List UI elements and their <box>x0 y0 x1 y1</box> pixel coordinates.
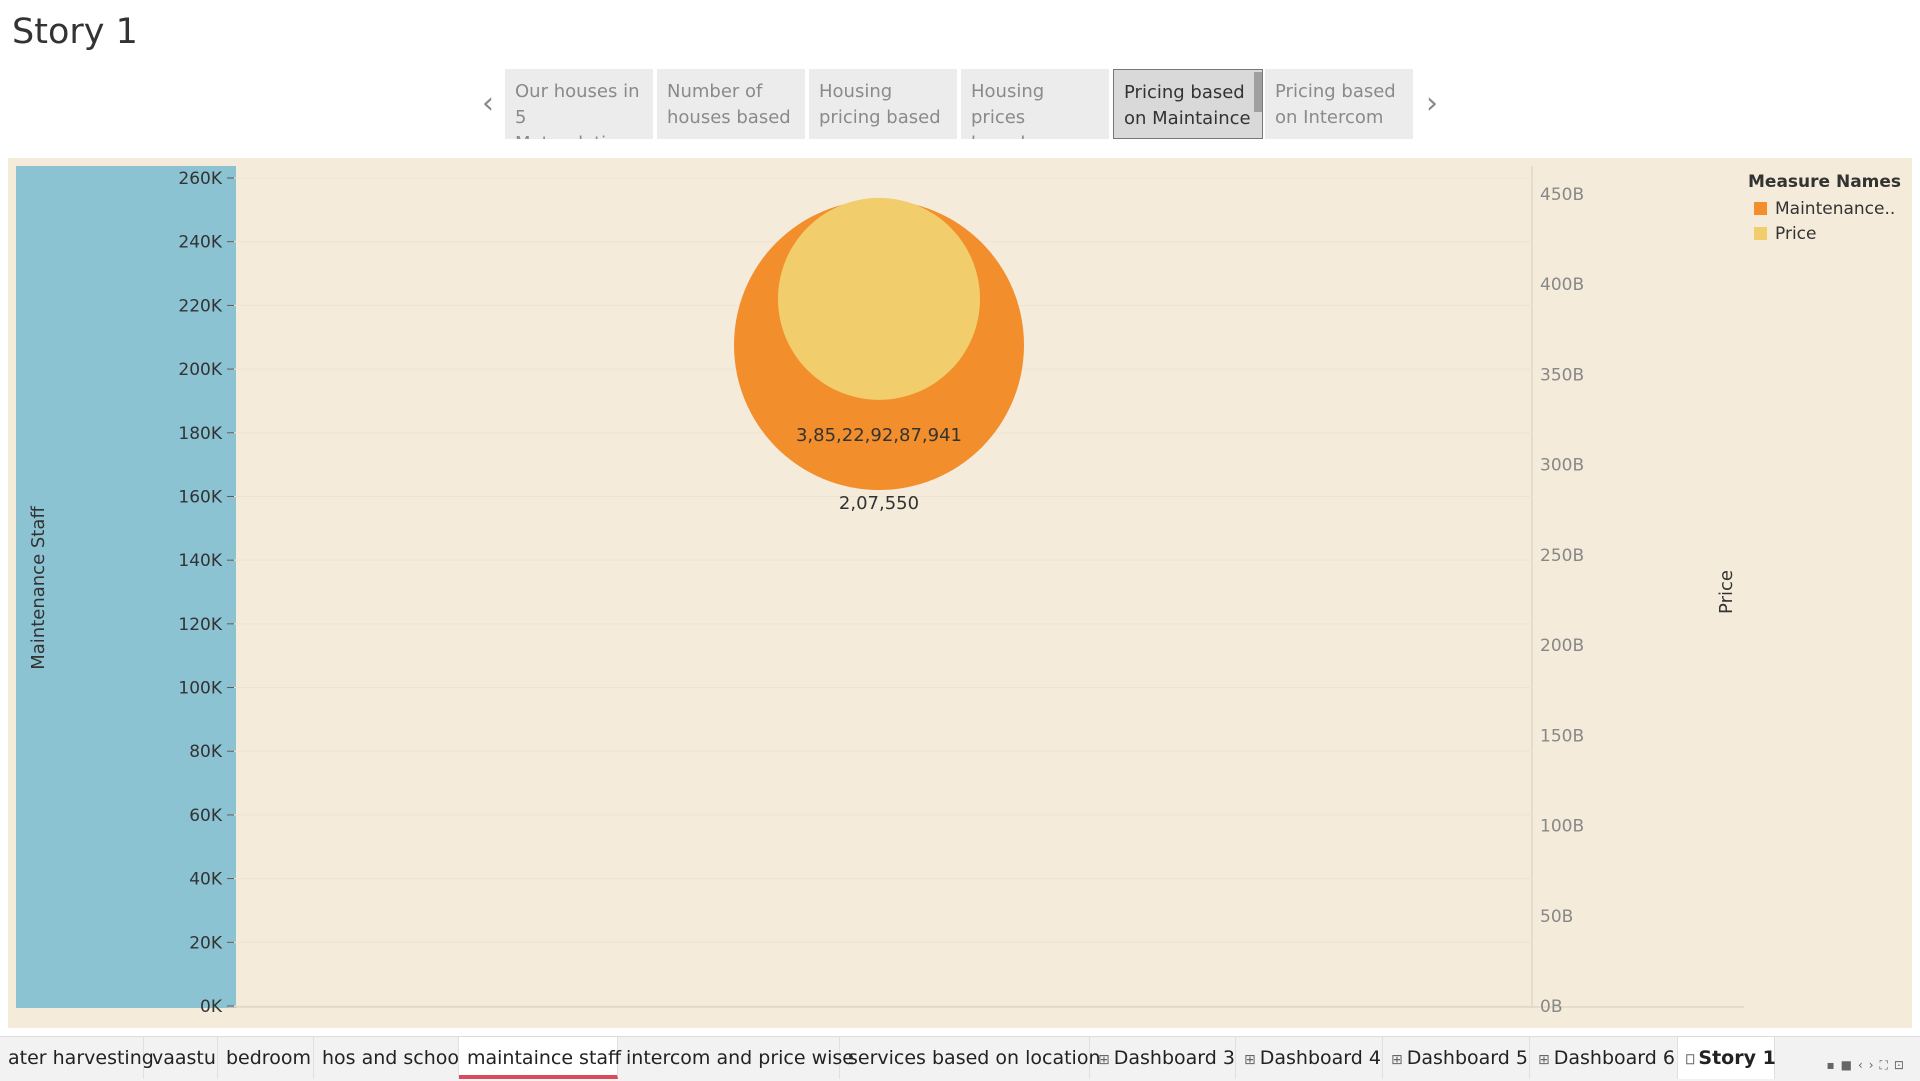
right-tick-label: 300B <box>1540 456 1584 476</box>
legend-label-maintenance: Maintenance.. <box>1775 198 1896 219</box>
price-data-label: 3,85,22,92,87,941 <box>796 425 962 446</box>
sheet-tab-label: maintaince staff <box>467 1047 622 1069</box>
right-tick-label: 150B <box>1540 726 1584 746</box>
left-axis-title: Maintenance Staff <box>28 506 49 670</box>
legend-label-price: Price <box>1775 223 1817 244</box>
left-tick-label: 60K <box>189 806 223 826</box>
left-tick-label: 40K <box>189 870 223 890</box>
right-tick-label: 250B <box>1540 546 1584 566</box>
dashboard-icon: ⊞ <box>1098 1052 1110 1068</box>
story-point-line2: based on <box>971 131 1099 139</box>
dashboard-icon: ⊞ <box>1391 1052 1403 1068</box>
left-tick-label: 180K <box>178 424 222 444</box>
story-icon: ⎕ <box>1686 1052 1695 1068</box>
sheet-tab-label: hos and schoo <box>322 1047 460 1069</box>
sheet-tab-vaastu[interactable]: vaastu <box>144 1037 218 1079</box>
left-tick-label: 100K <box>178 679 222 699</box>
sheet-tab-bar: ater harvesting vaastu bedroom hos and scho… <box>0 1036 1920 1081</box>
story-point-5[interactable]: Pricing based on Maintaince <box>1113 69 1263 139</box>
sheet-tab-dashboard-3[interactable]: ⊞ Dashboard 3 <box>1090 1037 1236 1079</box>
story-point-line2: on Intercom <box>1275 107 1384 128</box>
right-tick-label: 400B <box>1540 275 1584 295</box>
story-point-line1: Our houses in <box>515 81 640 102</box>
view-controls[interactable]: ▪■‹›⛶⊡ <box>1826 1058 1910 1073</box>
story-point-line1: Pricing based <box>1275 81 1396 102</box>
left-tick-label: 240K <box>178 233 222 253</box>
story-point-6[interactable]: Pricing based on Intercom <box>1265 69 1413 139</box>
sheet-tab-story-1[interactable]: ⎕ Story 1 <box>1678 1037 1776 1079</box>
chevron-left-icon[interactable]: ‹ <box>476 86 500 122</box>
dashboard-icon: ⊞ <box>1244 1052 1256 1068</box>
sheet-tab-ater-harvesting[interactable]: ater harvesting <box>0 1037 154 1079</box>
sheet-tab-hos-and-schoo[interactable]: hos and schoo <box>314 1037 459 1079</box>
sheet-tab-maintaince-staff[interactable]: maintaince staff <box>459 1037 622 1079</box>
story-point-line2: pricing based <box>819 107 941 128</box>
right-tick-label: 100B <box>1540 817 1584 837</box>
left-tick-label: 20K <box>189 933 223 953</box>
left-tick-label: 120K <box>178 615 222 635</box>
page-title: Story 1 <box>12 12 138 52</box>
sheet-tab-label: Dashboard 4 <box>1259 1047 1381 1069</box>
chevron-right-icon[interactable]: › <box>1420 86 1444 122</box>
right-tick-label: 450B <box>1540 185 1584 205</box>
left-tick-label: 140K <box>178 551 222 571</box>
left-tick-label: 200K <box>178 360 222 380</box>
sheet-tab-label: bedroom <box>226 1047 311 1069</box>
right-tick-label: 200B <box>1540 636 1584 656</box>
price-circle <box>778 197 980 400</box>
left-tick-label: 220K <box>178 296 222 316</box>
sheet-tab-bedroom[interactable]: bedroom <box>218 1037 314 1079</box>
left-tick-label: 0K <box>200 997 223 1017</box>
sheet-tab-dashboard-6[interactable]: ⊞ Dashboard 6 <box>1530 1037 1678 1079</box>
sheet-tab-label: vaastu <box>152 1047 216 1069</box>
legend-item-maintenance[interactable]: Maintenance.. <box>1748 196 1901 221</box>
story-point-1[interactable]: Our houses in 5 Metroplotian <box>505 69 653 139</box>
story-point-line1: Pricing based <box>1124 82 1245 103</box>
story-point-line1: Housing prices <box>971 81 1045 128</box>
legend-swatch-price <box>1754 227 1767 240</box>
sheet-tab-label: Story 1 <box>1698 1047 1776 1069</box>
story-point-line2: on Maintaince <box>1124 108 1251 129</box>
legend-item-price[interactable]: Price <box>1748 221 1901 246</box>
sheet-tab-dashboard-5[interactable]: ⊞ Dashboard 5 <box>1383 1037 1530 1079</box>
maintenance-data-label: 2,07,550 <box>839 493 919 514</box>
sheet-tab-label: services based on location <box>848 1047 1101 1069</box>
sheet-tab-label: Dashboard 3 <box>1113 1047 1235 1069</box>
sheet-tab-label: intercom and price wise <box>626 1047 854 1069</box>
sheet-tab-dashboard-4[interactable]: ⊞ Dashboard 4 <box>1236 1037 1383 1079</box>
story-point-line2: 5 Metroplotian <box>515 107 629 139</box>
story-point-3[interactable]: Housing pricing based <box>809 69 957 139</box>
legend-swatch-maintenance <box>1754 202 1767 215</box>
left-tick-label: 260K <box>178 169 222 189</box>
sheet-tab-label: ater harvesting <box>8 1047 154 1069</box>
chart-area: 0K 20K 40K 60K 80K 100K 120K 140K 160K 180K 200K 22… <box>8 158 1912 1028</box>
right-tick-label: 350B <box>1540 365 1584 385</box>
story-point-2[interactable]: Number of houses based <box>657 69 805 139</box>
legend: Measure Names Maintenance.. Price <box>1748 172 1901 246</box>
dashboard-icon: ⊞ <box>1538 1052 1550 1068</box>
story-point-line1: Housing <box>819 81 893 102</box>
left-tick-label: 160K <box>178 487 222 507</box>
story-point-line2: houses based <box>667 107 791 128</box>
right-tick-label: 50B <box>1540 907 1573 927</box>
story-point-4[interactable]: Housing prices based on <box>961 69 1109 139</box>
story-point-line1: Number of <box>667 81 763 102</box>
right-axis-title: Price <box>1716 570 1737 614</box>
right-tick-label: 0B <box>1540 997 1562 1017</box>
legend-title: Measure Names <box>1748 172 1902 192</box>
sheet-tab-services-based-on-location[interactable]: services based on location <box>840 1037 1100 1079</box>
left-tick-label: 80K <box>189 742 223 762</box>
sheet-tab-label: Dashboard 6 <box>1553 1047 1675 1069</box>
sheet-tab-intercom-and-price-wise[interactable]: intercom and price wise <box>618 1037 854 1079</box>
chart-svg: 0K 20K 40K 60K 80K 100K 120K 140K 160K 180K 200K 22… <box>16 166 1744 1017</box>
sheet-tab-label: Dashboard 5 <box>1406 1047 1528 1069</box>
